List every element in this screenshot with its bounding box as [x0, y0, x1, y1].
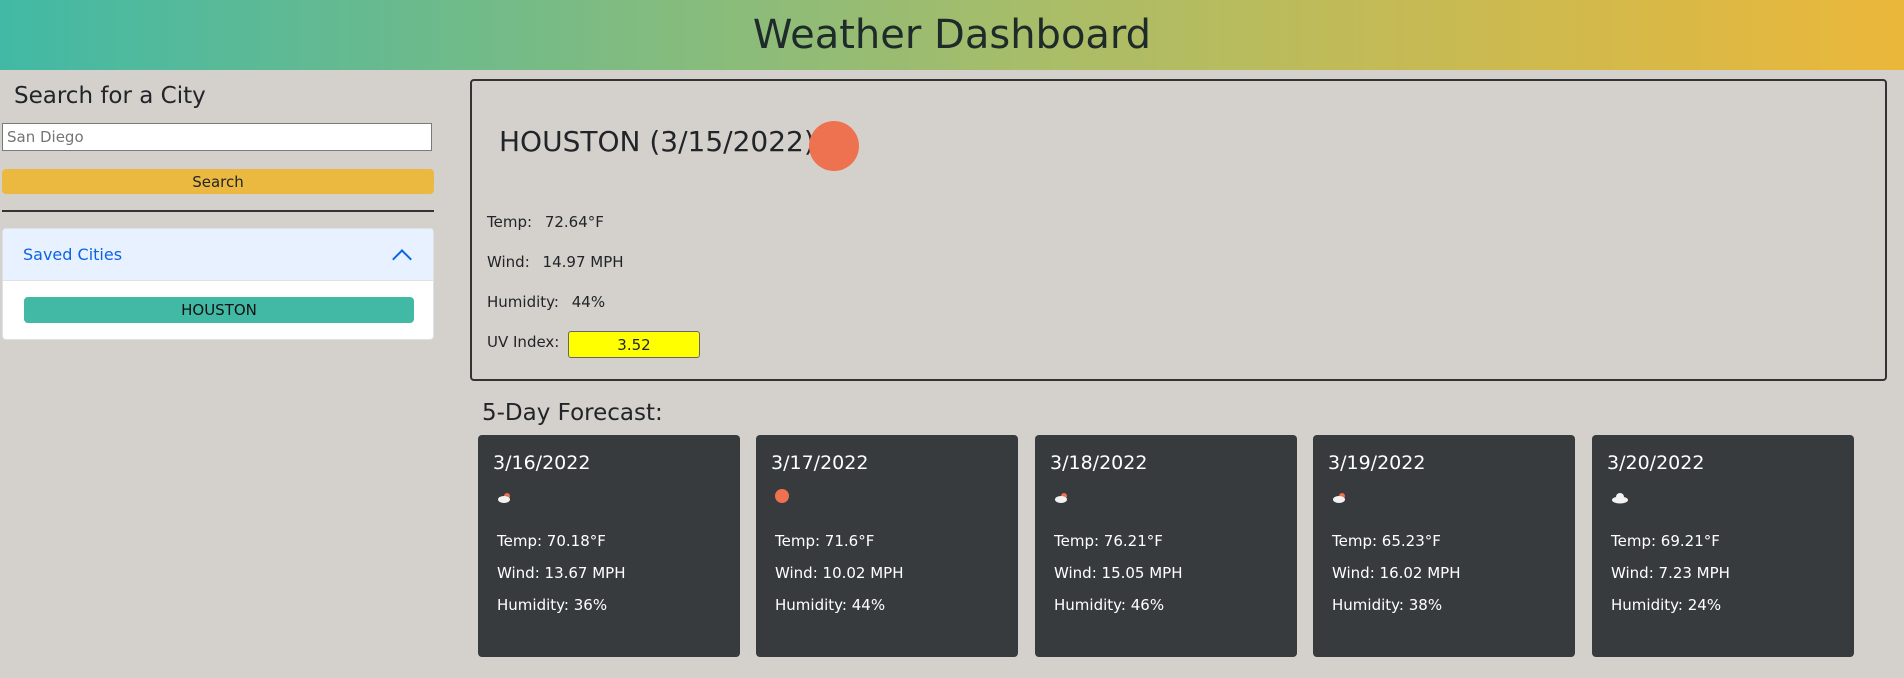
city-search-input[interactable] [2, 123, 432, 151]
current-temp: Temp: 72.64°F [487, 213, 604, 231]
partly-cloudy-icon [497, 489, 513, 508]
forecast-date: 3/16/2022 [493, 452, 591, 474]
forecast-wind: Wind: 15.05 MPH [1054, 564, 1183, 582]
forecast-card: 3/20/2022 Temp: 69.21°F Wind: 7.23 MPH H… [1592, 435, 1854, 657]
wind-label: Wind: [487, 253, 530, 271]
forecast-card: 3/19/2022 Temp: 65.23°F Wind: 16.02 MPH … [1313, 435, 1575, 657]
forecast-humidity: Humidity: 24% [1611, 596, 1722, 614]
uv-index-badge: 3.52 [568, 331, 700, 358]
temp-value: 72.64°F [544, 213, 604, 231]
forecast-card: 3/16/2022 Temp: 70.18°F Wind: 13.67 MPH … [478, 435, 740, 657]
forecast-wind: Wind: 16.02 MPH [1332, 564, 1461, 582]
humidity-value: 44% [571, 293, 606, 311]
forecast-temp: Temp: 70.18°F [497, 532, 606, 550]
sun-icon [775, 489, 789, 503]
forecast-humidity: Humidity: 44% [775, 596, 886, 614]
forecast-wind: Wind: 7.23 MPH [1611, 564, 1730, 582]
sidebar: Search for a City Search Saved Cities HO… [2, 70, 434, 340]
forecast-humidity: Humidity: 38% [1332, 596, 1443, 614]
forecast-temp: Temp: 65.23°F [1332, 532, 1441, 550]
forecast-heading: 5-Day Forecast: [482, 400, 663, 426]
wind-value: 14.97 MPH [542, 253, 624, 271]
forecast-date: 3/17/2022 [771, 452, 869, 474]
forecast-date: 3/19/2022 [1328, 452, 1426, 474]
temp-label: Temp: [487, 213, 533, 231]
current-city-title: HOUSTON (3/15/2022) [499, 125, 815, 158]
humidity-label: Humidity: [487, 293, 559, 311]
partly-cloudy-icon [1332, 489, 1348, 508]
forecast-temp: Temp: 76.21°F [1054, 532, 1163, 550]
forecast-date: 3/18/2022 [1050, 452, 1148, 474]
forecast-temp: Temp: 71.6°F [775, 532, 875, 550]
forecast-temp: Temp: 69.21°F [1611, 532, 1720, 550]
app-header: Weather Dashboard [0, 0, 1904, 70]
forecast-card: 3/18/2022 Temp: 76.21°F Wind: 15.05 MPH … [1035, 435, 1297, 657]
forecast-wind: Wind: 10.02 MPH [775, 564, 904, 582]
divider [2, 210, 434, 212]
forecast-wind: Wind: 13.67 MPH [497, 564, 626, 582]
current-wind: Wind: 14.97 MPH [487, 253, 624, 271]
partly-cloudy-icon [1054, 489, 1070, 508]
sun-icon [809, 121, 859, 171]
saved-cities-title: Saved Cities [23, 245, 123, 264]
current-weather-panel: HOUSTON (3/15/2022) Temp: 72.64°F Wind: … [470, 79, 1887, 381]
current-humidity: Humidity: 44% [487, 293, 605, 311]
forecast-humidity: Humidity: 36% [497, 596, 608, 614]
saved-cities-accordion: Saved Cities HOUSTON [2, 228, 434, 340]
saved-cities-toggle[interactable]: Saved Cities [3, 229, 433, 281]
search-button[interactable]: Search [2, 169, 434, 194]
chevron-up-icon [392, 248, 412, 269]
saved-city-button-houston[interactable]: HOUSTON [24, 297, 414, 323]
cloud-icon [1611, 489, 1629, 508]
forecast-date: 3/20/2022 [1607, 452, 1705, 474]
forecast-card: 3/17/2022 Temp: 71.6°F Wind: 10.02 MPH H… [756, 435, 1018, 657]
page-title: Weather Dashboard [752, 12, 1152, 58]
uv-label: UV Index: [487, 333, 560, 351]
search-heading: Search for a City [14, 83, 206, 109]
forecast-humidity: Humidity: 46% [1054, 596, 1165, 614]
